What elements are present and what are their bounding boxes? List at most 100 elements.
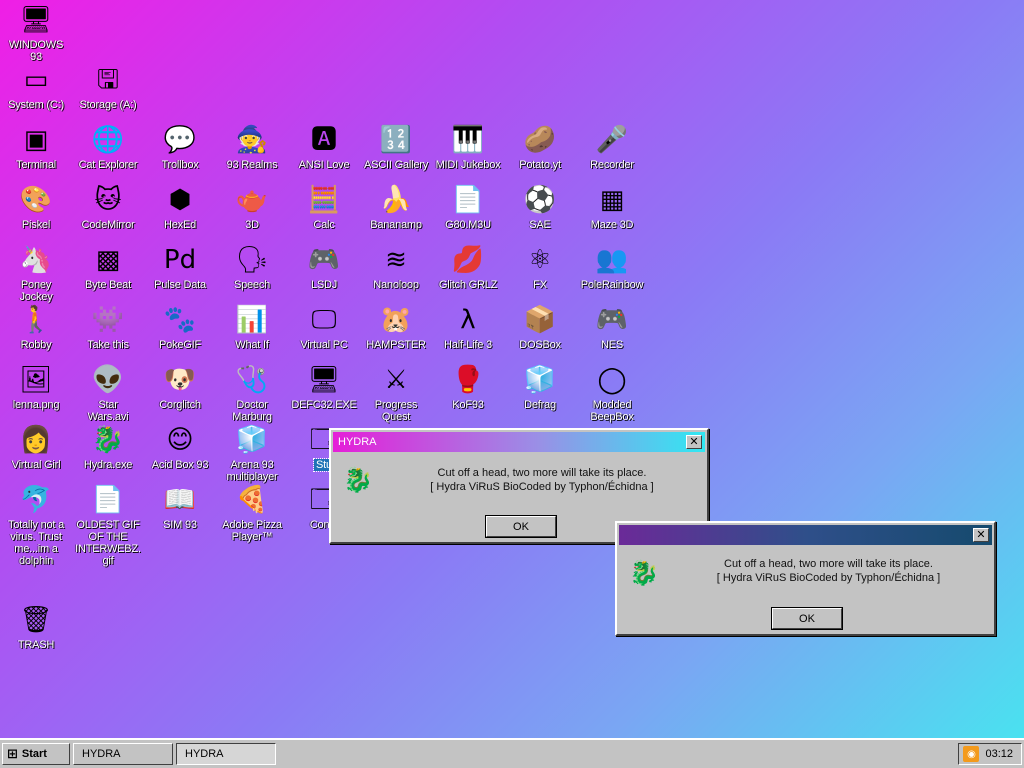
- desktop-icon-label: Recorder: [590, 159, 634, 171]
- desktop-icon-adobe-pizza-player[interactable]: 🍕 Adobe Pizza Player™: [216, 484, 288, 543]
- desktop-icon-glitch-grlz[interactable]: 💋 Glitch GRLZ: [432, 244, 504, 291]
- desktop-icon-defrag[interactable]: 🧊 Defrag: [504, 364, 576, 411]
- desktop-icon-fx[interactable]: ⚛ FX: [504, 244, 576, 291]
- dialog-titlebar[interactable]: ✕: [619, 525, 992, 545]
- desktop-icon-polerainbow[interactable]: 👥 PoleRainbow: [576, 244, 648, 291]
- ok-button[interactable]: OK: [771, 607, 843, 630]
- desktop-icon-midi-jukebox[interactable]: 🎹 MIDI Jukebox: [432, 124, 504, 171]
- desktop-icon-take-this[interactable]: 👾 Take this: [72, 304, 144, 351]
- desktop-icon-speech[interactable]: 🗣 Speech: [216, 244, 288, 291]
- desktop-icon-codemirror[interactable]: 🐱 CodeMirror: [72, 184, 144, 231]
- desktop-icon-label: Acid Box 93: [151, 459, 209, 471]
- desktop-icon-pokegif[interactable]: 🐾 PokeGIF: [144, 304, 216, 351]
- progress-quest-icon: ⚔: [384, 365, 408, 395]
- desktop-icon-recorder[interactable]: 🎤 Recorder: [576, 124, 648, 171]
- desktop-icon-terminal[interactable]: ▣ Terminal: [0, 124, 72, 171]
- close-icon[interactable]: ✕: [973, 528, 989, 542]
- desktop-icon-sim-93[interactable]: 📖 SIM 93: [144, 484, 216, 531]
- desktop-icon-potato-yt[interactable]: 🥔 Potato.yt: [504, 124, 576, 171]
- desktop-icon-what-if[interactable]: 📊 What If: [216, 304, 288, 351]
- desktop-icon-label: Modded BeepBox: [590, 399, 634, 423]
- modded-beepbox-icon: ◯: [597, 365, 627, 395]
- desktop-icon-defc32-exe[interactable]: 🖥 DEFC32.EXE: [288, 364, 360, 411]
- piskel-icon: 🎨: [19, 185, 53, 215]
- start-button[interactable]: ⊞ Start: [2, 743, 70, 765]
- desktop-icon-poney-jockey[interactable]: 🦄 Poney Jockey: [0, 244, 72, 303]
- desktop-icon-label: Half-Life 3: [444, 339, 492, 351]
- desktop-icon-label: Speech: [233, 279, 271, 291]
- desktop-icon-byte-beat[interactable]: ▩ Byte Beat: [72, 244, 144, 291]
- desktop-icon-label: Storage (A:): [79, 99, 137, 111]
- half-life-3-icon: λ: [460, 305, 476, 335]
- taskbar-item-hydra[interactable]: HYDRA: [176, 743, 276, 765]
- desktop-icon-label: Virtual PC: [300, 339, 348, 351]
- polerainbow-icon: 👥: [595, 245, 629, 275]
- desktop-icon-hexed[interactable]: ⬢ HexEd: [144, 184, 216, 231]
- desktop-icon-ansi-love[interactable]: 🅰 ANSI Love: [288, 124, 360, 171]
- desktop-icon-modded-beepbox[interactable]: ◯ Modded BeepBox: [576, 364, 648, 423]
- desktop-icon-93-realms[interactable]: 🧙 93 Realms: [216, 124, 288, 171]
- desktop-icon-piskel[interactable]: 🎨 Piskel: [0, 184, 72, 231]
- desktop-icon-trollbox[interactable]: 💬 Trollbox: [144, 124, 216, 171]
- desktop-icon-kof93[interactable]: 🥊 KoF93: [432, 364, 504, 411]
- desktop-icon-lsdj[interactable]: 🎮 LSDJ: [288, 244, 360, 291]
- desktop-icon-label: 93 Realms: [226, 159, 278, 171]
- desktop-icon-arena-93-multiplayer[interactable]: 🧊 Arena 93 multiplayer: [216, 424, 288, 483]
- bananamp-icon: 🍌: [379, 185, 413, 215]
- dosbox-icon: 📦: [523, 305, 557, 335]
- rss-icon[interactable]: ◉: [963, 746, 980, 762]
- pulse-data-icon: Pd: [163, 245, 197, 275]
- desktop-icon-hampster[interactable]: 🐹 HAMPSTER: [360, 304, 432, 351]
- desktop-icon-oldest-gif-of-the-interwebz-gif[interactable]: 📄 OLDEST GIF OF THE INTERWEBZ. gif: [72, 484, 144, 567]
- desktop-icon-label: Doctor Marburg: [232, 399, 272, 423]
- desktop-icon-trash[interactable]: 🗑 TRASH: [0, 604, 72, 651]
- desktop-icon-label: Star Wars.avi: [87, 399, 129, 423]
- desktop-icon-label: LSDJ: [310, 279, 338, 291]
- desktop-icon-label: System (C:): [8, 99, 64, 111]
- desktop-icon-nanoloop[interactable]: ≋ Nanoloop: [360, 244, 432, 291]
- oldest-gif-of-the-interwebz-gif-icon: 📄: [91, 485, 125, 515]
- desktop-icon-g80-m3u[interactable]: 📄 G80.M3U: [432, 184, 504, 231]
- desktop-icon-windows-93[interactable]: 🖥 WINDOWS 93: [0, 4, 72, 63]
- desktop-icon-label: Calc: [313, 219, 335, 231]
- desktop-icon-corglitch[interactable]: 🐶 Corglitch: [144, 364, 216, 411]
- close-icon[interactable]: ✕: [686, 435, 702, 449]
- desktop-icon-pulse-data[interactable]: Pd Pulse Data: [144, 244, 216, 291]
- desktop-icon-label: Defrag: [524, 399, 556, 411]
- nes-icon: 🎮: [595, 305, 629, 335]
- desktop-icon-cat-explorer[interactable]: 🌐 Cat Explorer: [72, 124, 144, 171]
- desktop-icon-hydra-exe[interactable]: 🐉 Hydra.exe: [72, 424, 144, 471]
- desktop-icon-star-wars-avi[interactable]: 👽 Star Wars.avi: [72, 364, 144, 423]
- desktop-icon-virtual-girl[interactable]: 👩 Virtual Girl: [0, 424, 72, 471]
- desktop-icon-half-life-3[interactable]: λ Half-Life 3: [432, 304, 504, 351]
- hexed-icon: ⬢: [168, 185, 192, 215]
- desktop-icon-system-c[interactable]: ▭ System (C:): [0, 64, 72, 111]
- dialog-message-line-1: Cut off a head, two more will take its p…: [437, 467, 647, 479]
- desktop-icon-sae[interactable]: ⚽ SAE: [504, 184, 576, 231]
- desktop-icon-progress-quest[interactable]: ⚔ Progress Quest: [360, 364, 432, 423]
- desktop-icon-robby[interactable]: 🚶 Robby: [0, 304, 72, 351]
- glitch-grlz-icon: 💋: [451, 245, 485, 275]
- desktop-icon-label: Piskel: [21, 219, 51, 231]
- desktop-icon-3d[interactable]: 🫖 3D: [216, 184, 288, 231]
- trash-icon: 🗑: [19, 605, 53, 635]
- desktop-icon-acid-box-93[interactable]: 😊 Acid Box 93: [144, 424, 216, 471]
- desktop-icon-label: ASCII Gallery: [363, 159, 429, 171]
- desktop-icon-virtual-pc[interactable]: 🖵 Virtual PC: [288, 304, 360, 351]
- desktop-icon-bananamp[interactable]: 🍌 Bananamp: [360, 184, 432, 231]
- desktop-icon-nes[interactable]: 🎮 NES: [576, 304, 648, 351]
- desktop-icon-maze-3d[interactable]: ▦ Maze 3D: [576, 184, 648, 231]
- desktop-icon-label: Trollbox: [161, 159, 199, 171]
- desktop-icon-ascii-gallery[interactable]: 🔢 ASCII Gallery: [360, 124, 432, 171]
- desktop-icon-calc[interactable]: 🧮 Calc: [288, 184, 360, 231]
- dialog-titlebar[interactable]: HYDRA ✕: [333, 432, 705, 452]
- taskbar-item-hydra[interactable]: HYDRA: [73, 743, 173, 765]
- desktop-icon-lenna-png[interactable]: 🖼 lenna.png: [0, 364, 72, 411]
- desktop-icon-dosbox[interactable]: 📦 DOSBox: [504, 304, 576, 351]
- desktop-icon-label: Hydra.exe: [83, 459, 133, 471]
- desktop-icon-storage-a[interactable]: 🖫 Storage (A:): [72, 64, 144, 111]
- ok-button[interactable]: OK: [485, 515, 557, 538]
- desktop-icon-totally-not-a-virus-trust-me-im-a-dolphin[interactable]: 🐬 Totally not a virus. Trust me...im a do…: [0, 484, 72, 567]
- desktop-icon-doctor-marburg[interactable]: 🩺 Doctor Marburg: [216, 364, 288, 423]
- desktop-icon-label: Totally not a virus. Trust me...im a dol…: [7, 519, 65, 567]
